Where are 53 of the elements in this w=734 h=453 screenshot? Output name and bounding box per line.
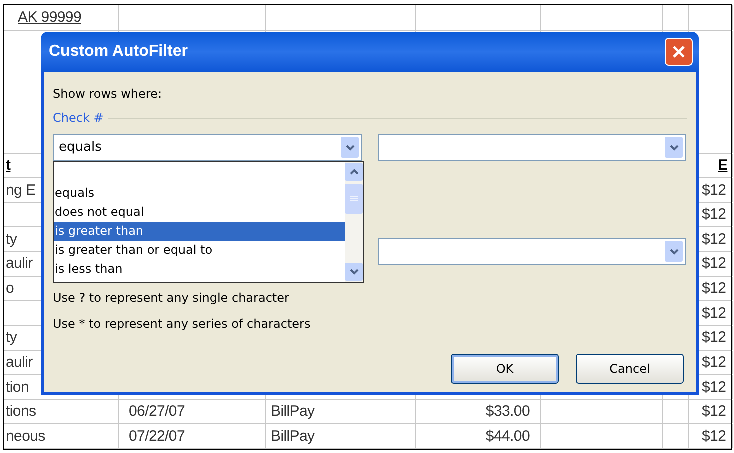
cell-text: t bbox=[6, 158, 11, 173]
dropdown-field[interactable]: equals bbox=[53, 134, 362, 161]
cell-text: ty bbox=[6, 330, 18, 346]
dropdown-field[interactable] bbox=[378, 238, 686, 265]
chevron-down-icon bbox=[670, 144, 678, 150]
cell-text: $12 bbox=[702, 404, 726, 420]
close-button[interactable] bbox=[665, 38, 693, 66]
cell-text: $12 bbox=[702, 306, 726, 321]
chevron-down-icon bbox=[346, 144, 354, 150]
cell-text: 06/27/07 bbox=[129, 404, 185, 420]
dropdown-option[interactable]: is greater than bbox=[54, 222, 345, 241]
cell-text: aulir bbox=[6, 256, 33, 272]
cell-text: $12 bbox=[702, 428, 726, 444]
dropdown-option[interactable]: is greater than or equal to bbox=[54, 241, 345, 260]
hint-text: Use * to represent any series of characters bbox=[53, 316, 312, 333]
cell-text: 07/22/07 bbox=[129, 428, 185, 444]
chevron-down-icon bbox=[350, 269, 358, 275]
cell-text: BillPay bbox=[271, 428, 315, 444]
window-title: Custom AutoFilter bbox=[49, 42, 188, 62]
scroll-thumb[interactable] bbox=[345, 184, 363, 214]
chevron-up-icon bbox=[350, 169, 358, 175]
cell-text: AK 99999 bbox=[17, 10, 82, 25]
field-label: Check # bbox=[53, 110, 104, 127]
dropdown-field[interactable] bbox=[378, 134, 686, 161]
cell-text: $33.00 bbox=[486, 404, 530, 420]
cell-text: E bbox=[718, 158, 728, 173]
cell-text: tion bbox=[6, 380, 29, 394]
close-icon bbox=[672, 45, 686, 59]
dropdown-option[interactable]: is less than bbox=[54, 260, 345, 279]
cell-text: $12 bbox=[702, 256, 726, 272]
chevron-down-icon bbox=[670, 248, 678, 254]
scrollbar[interactable] bbox=[345, 162, 363, 282]
cancel-button[interactable]: Cancel bbox=[576, 354, 684, 384]
hint-text: Use ? to represent any single character bbox=[53, 290, 290, 307]
cell-text: o bbox=[6, 281, 14, 296]
cell-text: $12 bbox=[702, 182, 726, 198]
cell-text: $44.00 bbox=[486, 428, 530, 444]
dropdown-option[interactable]: does not equal bbox=[54, 203, 345, 222]
cell-text: aulir bbox=[6, 354, 33, 370]
cell-text: $12 bbox=[702, 232, 726, 247]
cell-text: ty bbox=[6, 232, 18, 247]
cell-text: $12 bbox=[702, 330, 726, 346]
cell-text: BillPay bbox=[271, 404, 315, 420]
cell-text: $12 bbox=[702, 380, 726, 394]
cell-text: $12 bbox=[702, 207, 726, 222]
cell-text: ng E bbox=[6, 182, 36, 198]
cell-text: neous bbox=[6, 428, 46, 444]
cell-text: tions bbox=[6, 404, 36, 420]
cell-text: $12 bbox=[702, 354, 726, 370]
ok-button[interactable]: OK bbox=[451, 354, 559, 384]
cell-text: $12 bbox=[702, 281, 726, 296]
prompt-label: Show rows where: bbox=[53, 86, 163, 103]
dropdown-option[interactable]: equals bbox=[54, 184, 345, 203]
